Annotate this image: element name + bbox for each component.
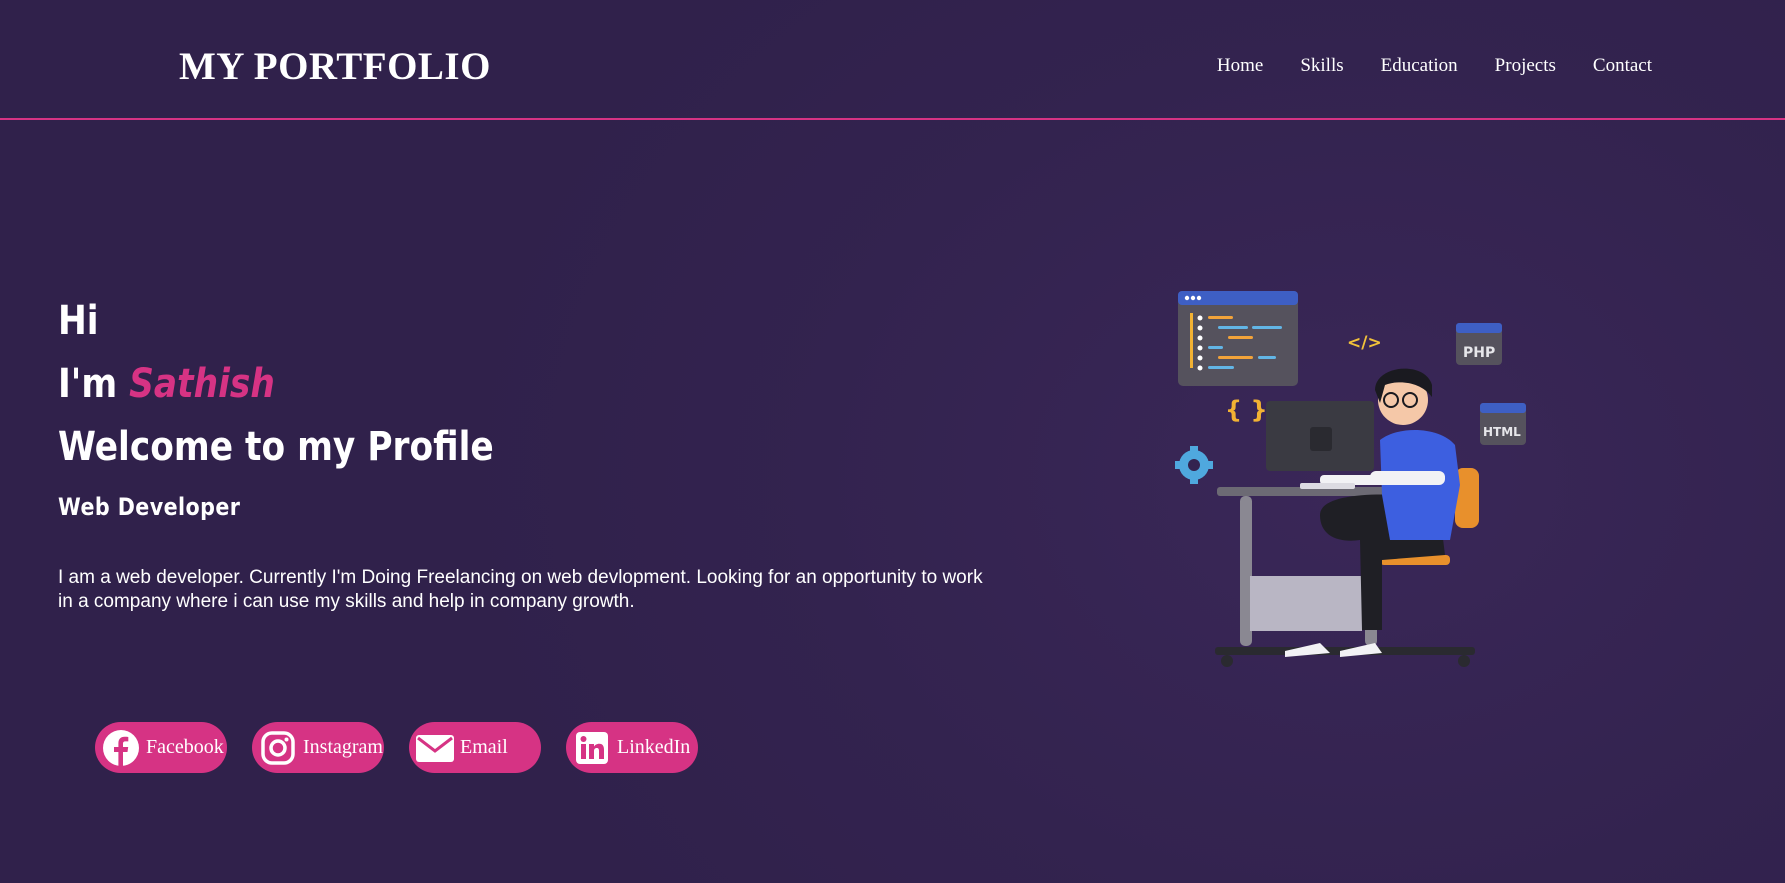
linkedin-label: LinkedIn (617, 736, 691, 758)
email-icon (415, 728, 455, 768)
gear-icon (1175, 446, 1213, 484)
nav-link-contact[interactable]: Contact (1593, 55, 1652, 77)
php-badge-label: PHP (1463, 345, 1495, 361)
email-label: Email (460, 736, 508, 758)
hero-section: Hi I'm Sathish Welcome to my Profile Web… (58, 290, 1018, 525)
developer-illustration: </> { } PHP HTML (1175, 291, 1526, 667)
hero-role: Web Developer (58, 493, 241, 521)
site-header: MY PORTFOLIO Home Skills Education Proje… (0, 0, 1785, 120)
html-badge-icon: HTML (1480, 403, 1526, 445)
instagram-label: Instagram (303, 736, 383, 758)
hero-welcome: Welcome to my Profile (58, 424, 494, 470)
php-badge-icon: PHP (1456, 323, 1502, 365)
nav-link-education[interactable]: Education (1381, 55, 1458, 77)
hero-im-prefix: I'm (58, 361, 130, 407)
main-nav: Home Skills Education Projects Contact (1217, 55, 1652, 77)
hero-bio: I am a web developer. Currently I'm Doin… (58, 567, 983, 612)
linkedin-icon (572, 728, 612, 768)
facebook-button[interactable]: Facebook (95, 722, 227, 773)
nav-link-skills[interactable]: Skills (1300, 55, 1343, 77)
email-button[interactable]: Email (409, 722, 541, 773)
linkedin-button[interactable]: LinkedIn (566, 722, 698, 773)
site-brand[interactable]: MY PORTFOLIO (179, 44, 491, 89)
nav-link-projects[interactable]: Projects (1495, 55, 1556, 77)
braces-icon: { } (1225, 396, 1268, 424)
code-tag-icon: </> (1347, 333, 1382, 353)
hero-name: Sathish (129, 361, 275, 407)
nav-link-home[interactable]: Home (1217, 55, 1263, 77)
hero-greeting: Hi (58, 298, 99, 344)
instagram-icon (258, 728, 298, 768)
instagram-button[interactable]: Instagram (252, 722, 384, 773)
facebook-icon (101, 728, 141, 768)
code-window-icon (1178, 291, 1298, 386)
facebook-label: Facebook (146, 736, 224, 758)
social-links: Facebook Instagram Email LinkedIn (95, 722, 698, 773)
html-badge-label: HTML (1483, 425, 1521, 439)
hero-name-line: I'm Sathish (58, 353, 884, 416)
